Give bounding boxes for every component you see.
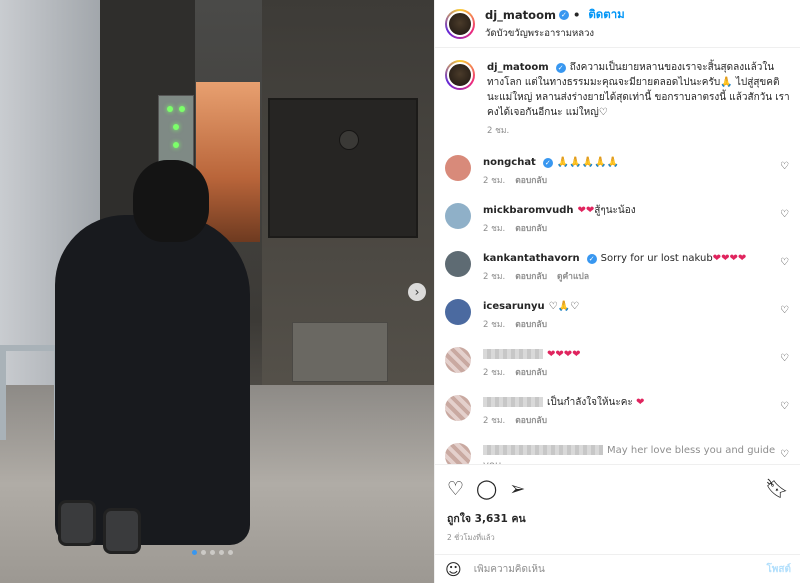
comment-like-heart-icon[interactable]: ♡ xyxy=(780,161,789,172)
comment-username[interactable]: kankantathavorn xyxy=(483,253,580,264)
blurred-username xyxy=(483,349,543,359)
avatar[interactable] xyxy=(445,299,471,325)
reply-button[interactable]: ตอบกลับ xyxy=(515,368,547,378)
comment-like-heart-icon[interactable]: ♡ xyxy=(780,209,789,220)
smiley-icon[interactable]: ☺ xyxy=(445,560,462,579)
person-head xyxy=(133,160,209,242)
location-link[interactable]: วัดบัวขวัญพระอารามหลวง xyxy=(485,26,625,41)
verified-badge-icon: ✓ xyxy=(586,254,597,264)
avatar[interactable] xyxy=(445,203,471,229)
avatar[interactable] xyxy=(445,8,475,39)
carousel-dot[interactable] xyxy=(219,550,224,555)
comment-text: เป็นกำลังใจให้นะคะ ❤ xyxy=(547,397,645,408)
post-timestamp[interactable]: 2 ชั่วโมงที่แล้ว xyxy=(447,532,789,544)
carousel-dot[interactable] xyxy=(192,550,197,555)
comment-username[interactable]: mickbaromvudh xyxy=(483,205,573,216)
avatar[interactable] xyxy=(445,155,471,181)
comment-like-heart-icon[interactable]: ♡ xyxy=(780,353,789,364)
comment-text: 🙏🙏🙏🙏🙏 xyxy=(556,157,620,168)
avatar[interactable] xyxy=(445,60,475,90)
header-username[interactable]: dj_matoom xyxy=(485,8,556,22)
avatar[interactable] xyxy=(445,443,471,464)
carousel-dot[interactable] xyxy=(210,550,215,555)
cremation-door xyxy=(268,98,418,238)
comment-time: 2 ชม. xyxy=(483,368,506,378)
reply-button[interactable]: ตอบกลับ xyxy=(515,224,547,234)
verified-badge-icon: ✓ xyxy=(558,10,569,20)
reply-button[interactable]: ตอบกลับ xyxy=(515,416,547,426)
reply-button[interactable]: ตอบกลับ xyxy=(515,176,547,186)
comment-like-heart-icon[interactable]: ♡ xyxy=(780,257,789,268)
translate-button[interactable]: ดูคำแปล xyxy=(557,272,589,282)
comment-text: ❤❤สู้ๆนะน้อง xyxy=(577,205,636,216)
carousel-dots xyxy=(192,550,233,555)
post-image[interactable]: › xyxy=(0,0,434,583)
post-button[interactable]: โพสต์ xyxy=(766,562,791,577)
comment-item: kankantathavorn ✓ Sorry for ur lost nakub❤… xyxy=(445,251,791,285)
caption-username[interactable]: dj_matoom xyxy=(487,62,549,73)
vent-grate xyxy=(292,322,388,382)
caption-time: 2 ชม. xyxy=(487,126,510,136)
comment-item: เป็นกำลังใจให้นะคะ ❤ 2 ชม. ตอบกลับ ♡ xyxy=(445,395,791,429)
paper-plane-icon[interactable]: ➢ xyxy=(509,478,525,500)
avatar[interactable] xyxy=(445,395,471,421)
follow-button[interactable]: ติดตาม xyxy=(588,6,624,24)
carousel-dot[interactable] xyxy=(228,550,233,555)
kneeling-person xyxy=(55,215,250,545)
comment-username[interactable]: nongchat xyxy=(483,157,536,168)
blurred-username xyxy=(483,445,603,455)
verified-badge-icon: ✓ xyxy=(542,158,553,168)
comment-time: 2 ชม. xyxy=(483,416,506,426)
reply-button[interactable]: ตอบกลับ xyxy=(515,320,547,330)
comment-time: 2 ชม. xyxy=(483,176,506,186)
likes-count[interactable]: ถูกใจ 3,631 คน xyxy=(447,510,789,527)
comment-text: Sorry for ur lost nakub❤❤❤❤ xyxy=(600,253,747,264)
comment-time: 2 ชม. xyxy=(483,272,506,282)
shoe-sole-left xyxy=(58,500,96,546)
heart-outline-icon[interactable]: ♡ xyxy=(447,478,464,500)
caption: dj_matoom ✓ ถึงความเป็นยายหลานของเราจะสิ้น… xyxy=(445,60,791,139)
comment-item: nongchat ✓ 🙏🙏🙏🙏🙏 2 ชม. ตอบกลับ ♡ xyxy=(445,155,791,189)
post-header: dj_matoom ✓ • ติดตาม วัดบัวขวัญพระอารามห… xyxy=(435,0,800,48)
avatar[interactable] xyxy=(445,347,471,373)
comment-time: 2 ชม. xyxy=(483,320,506,330)
carousel-dot[interactable] xyxy=(201,550,206,555)
comments-list[interactable]: dj_matoom ✓ ถึงความเป็นยายหลานของเราจะสิ้น… xyxy=(435,48,800,464)
comment-text: ♡🙏♡ xyxy=(548,301,580,312)
comment-composer: ☺ โพสต์ xyxy=(435,554,800,583)
avatar[interactable] xyxy=(445,251,471,277)
separator: • xyxy=(572,8,581,22)
blurred-username xyxy=(483,397,543,407)
comment-like-heart-icon[interactable]: ♡ xyxy=(780,305,789,316)
comment-item: mickbaromvudh ❤❤สู้ๆนะน้อง 2 ชม. ตอบกลับ ♡ xyxy=(445,203,791,237)
comment-like-heart-icon[interactable]: ♡ xyxy=(780,401,789,412)
action-bar: ♡ ◯ ➢ 🔖︎ ถูกใจ 3,631 คน 2 ชั่วโมงที่แล้ว xyxy=(435,464,800,554)
comment-time: 2 ชม. xyxy=(483,224,506,234)
comment-item: icesarunyu ♡🙏♡ 2 ชม. ตอบกลับ ♡ xyxy=(445,299,791,333)
comment-like-heart-icon[interactable]: ♡ xyxy=(780,449,789,460)
verified-badge-icon: ✓ xyxy=(555,63,566,73)
comment-item: ❤❤❤❤ 2 ชม. ตอบกลับ ♡ xyxy=(445,347,791,381)
chair xyxy=(0,345,60,440)
bookmark-icon[interactable]: 🔖︎ xyxy=(765,477,789,500)
chevron-right-icon[interactable]: › xyxy=(408,283,426,301)
post-sidebar: dj_matoom ✓ • ติดตาม วัดบัวขวัญพระอารามห… xyxy=(434,0,800,583)
reply-button[interactable]: ตอบกลับ xyxy=(515,272,547,282)
comment-item: May her love bless you and guide you♡ xyxy=(445,443,791,464)
control-panel xyxy=(158,95,194,167)
comment-input[interactable] xyxy=(473,563,767,575)
comment-bubble-icon[interactable]: ◯ xyxy=(476,478,497,500)
shoe-sole-right xyxy=(103,508,141,554)
comment-text: ❤❤❤❤ xyxy=(547,349,581,360)
comment-username[interactable]: icesarunyu xyxy=(483,301,545,312)
